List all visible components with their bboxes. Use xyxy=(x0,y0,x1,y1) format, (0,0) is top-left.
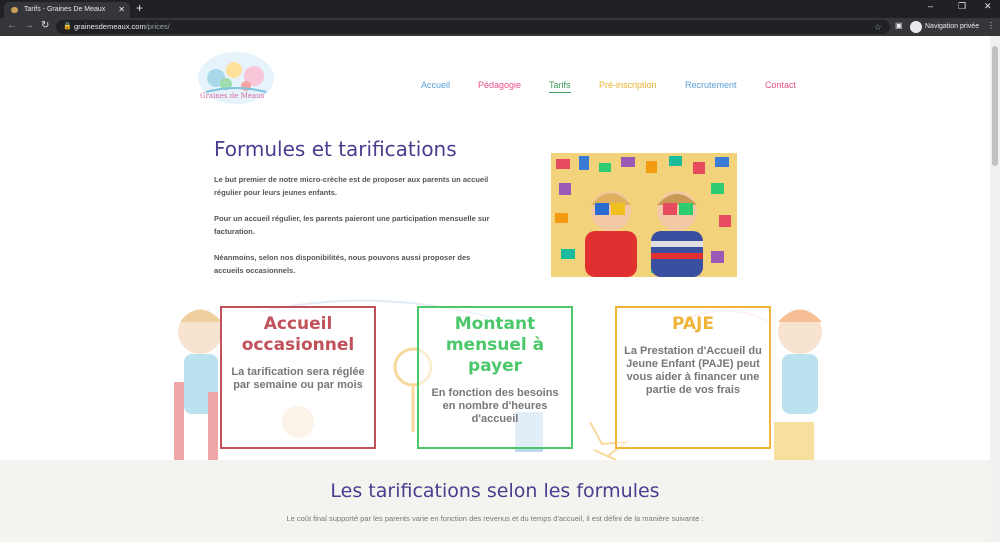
nav-tarifs[interactable]: Tarifs xyxy=(549,80,571,93)
forward-icon[interactable]: → xyxy=(24,20,34,31)
nav-accueil[interactable]: Accueil xyxy=(421,80,450,90)
nav-pre-inscription[interactable]: Pré-inscription xyxy=(599,80,657,90)
window-close-icon[interactable]: ✕ xyxy=(984,1,992,12)
url-domain: grainesdemeaux.com xyxy=(74,22,146,31)
scrollbar-thumb[interactable] xyxy=(992,46,998,166)
browser-tab[interactable]: Tarifs - Graines De Meaux ✕ xyxy=(4,2,130,18)
tab-title: Tarifs - Graines De Meaux xyxy=(24,6,106,13)
children-playing-photo xyxy=(551,153,737,277)
bookmark-star-icon[interactable]: ☆ xyxy=(874,20,882,34)
back-icon[interactable]: ← xyxy=(7,20,17,31)
intro-paragraph-3: Néanmoins, selon nos disponibilités, nou… xyxy=(214,253,471,275)
web-page: Graines de Meaux Accueil Pédagogie Tarif… xyxy=(0,36,990,542)
section-text: Le coût final supporté par les parents v… xyxy=(286,514,704,523)
card-title: Accueil occasionnel xyxy=(241,314,355,355)
intro-paragraph-1: Le but premier de notre micro-crèche est… xyxy=(214,175,489,197)
browser-toolbar: ← → ↻ 🔒 grainesdemeaux.com/prices/ ☆ ▣ N… xyxy=(0,18,1000,36)
card-text: La Prestation d'Accueil du Jeune Enfant … xyxy=(624,345,762,396)
site-favicon-icon xyxy=(11,7,18,13)
card-accueil-occasionnel: Accueil occasionnel La tarification sera… xyxy=(220,306,376,449)
address-bar[interactable]: 🔒 grainesdemeaux.com/prices/ ☆ xyxy=(56,20,890,34)
card-title: PAJE xyxy=(672,314,714,334)
nav-contact[interactable]: Contact xyxy=(765,80,796,90)
incognito-icon xyxy=(910,21,922,33)
side-panel-icon[interactable]: ▣ xyxy=(895,21,903,30)
page-title: Formules et tarifications xyxy=(214,137,457,161)
private-label: Navigation privée xyxy=(925,23,980,30)
private-browsing-badge[interactable]: Navigation privée xyxy=(910,21,979,33)
nav-recrutement[interactable]: Recrutement xyxy=(685,80,737,90)
section-title: Les tarifications selon les formules xyxy=(330,480,660,502)
reload-icon[interactable]: ↻ xyxy=(41,20,49,31)
url-path: /prices/ xyxy=(145,22,170,31)
menu-icon[interactable]: ⋮ xyxy=(987,21,995,30)
card-title: Montant mensuel à payer xyxy=(445,314,545,376)
card-text: La tarification sera réglée par semaine … xyxy=(231,366,365,391)
maximize-icon[interactable]: ❐ xyxy=(958,1,966,12)
tab-close-icon[interactable]: ✕ xyxy=(118,2,125,18)
card-text: En fonction des besoins en nombre d'heur… xyxy=(431,387,559,425)
card-montant-mensuel: Montant mensuel à payer En fonction des … xyxy=(417,306,573,449)
browser-tab-bar: Tarifs - Graines De Meaux ✕ + – ❐ ✕ xyxy=(0,0,1000,18)
logo-text: Graines de Meaux xyxy=(200,92,265,100)
new-tab-icon[interactable]: + xyxy=(136,1,143,15)
intro-paragraph-2: Pour un accueil régulier, les parents pa… xyxy=(214,214,490,236)
tarifications-section: Les tarifications selon les formules Le … xyxy=(0,460,990,542)
lock-icon: 🔒 xyxy=(63,23,72,30)
nav-pedagogie[interactable]: Pédagogie xyxy=(478,80,521,90)
page-scrollbar[interactable] xyxy=(990,36,1000,542)
minimize-icon[interactable]: – xyxy=(928,1,933,11)
card-paje: PAJE La Prestation d'Accueil du Jeune En… xyxy=(615,306,771,449)
